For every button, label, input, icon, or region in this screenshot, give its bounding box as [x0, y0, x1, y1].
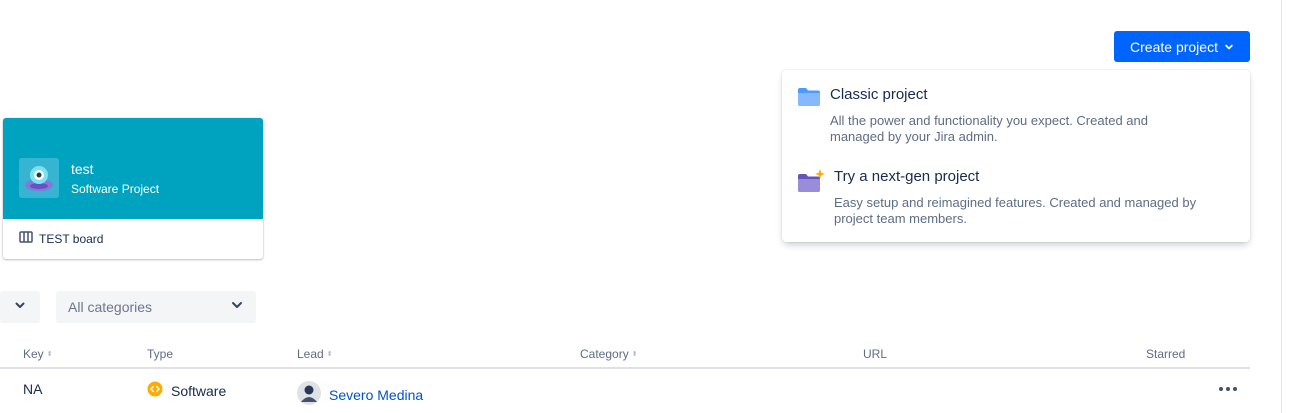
- sort-icon: ⬍: [631, 350, 638, 358]
- menu-item-description: All the power and functionality you expe…: [830, 113, 1148, 144]
- project-avatar-icon: [19, 158, 59, 198]
- sort-icon: ⬍: [46, 350, 53, 358]
- avatar: [297, 381, 321, 408]
- category-filter-dropdown[interactable]: All categories: [56, 291, 256, 323]
- board-icon: [19, 231, 33, 246]
- project-card[interactable]: test Software Project TEST board: [3, 118, 263, 259]
- column-header-key[interactable]: Key ⬍: [23, 347, 53, 361]
- project-name[interactable]: test: [71, 161, 94, 177]
- table-header-divider: [0, 367, 1250, 369]
- menu-item-description: Easy setup and reimagined features. Crea…: [834, 195, 1197, 226]
- type-filter-dropdown[interactable]: [0, 291, 40, 323]
- board-link-label: TEST board: [39, 231, 104, 246]
- project-lead-link[interactable]: Severo Medina: [329, 387, 423, 403]
- column-header-url: URL: [863, 347, 888, 361]
- project-type-cell: Software: [147, 381, 226, 400]
- create-project-menu: Classic project All the power and functi…: [782, 70, 1250, 242]
- column-header-category[interactable]: Category ⬍: [580, 347, 638, 361]
- page-scrollbar[interactable]: [1281, 0, 1282, 413]
- folder-icon: [797, 87, 821, 112]
- project-key-cell: NA: [23, 381, 43, 397]
- chevron-down-icon: [1224, 42, 1234, 52]
- menu-item-title: Classic project: [830, 86, 928, 103]
- project-card-header[interactable]: test Software Project: [3, 118, 263, 219]
- project-type: Software Project: [71, 182, 160, 196]
- category-filter-placeholder: All categories: [68, 299, 153, 315]
- sparkle-folder-icon: [797, 169, 825, 198]
- create-project-button[interactable]: Create project: [1114, 31, 1250, 62]
- project-lead-cell: Severo Medina: [297, 381, 423, 408]
- chevron-down-icon: [230, 298, 244, 317]
- column-header-starred: Starred: [1146, 347, 1186, 361]
- software-type-icon: [147, 381, 163, 400]
- create-project-label: Create project: [1130, 38, 1218, 55]
- more-actions-icon[interactable]: [1216, 379, 1240, 399]
- column-header-type: Type: [147, 347, 174, 361]
- column-header-lead[interactable]: Lead ⬍: [297, 347, 333, 361]
- menu-item-next-gen-project[interactable]: Try a next-gen project Easy setup and re…: [782, 164, 1250, 234]
- menu-item-classic-project[interactable]: Classic project All the power and functi…: [782, 82, 1250, 152]
- menu-item-title: Try a next-gen project: [834, 168, 980, 185]
- chevron-down-icon: [14, 298, 26, 316]
- sort-icon: ⬍: [326, 350, 333, 358]
- board-link[interactable]: TEST board: [19, 231, 103, 246]
